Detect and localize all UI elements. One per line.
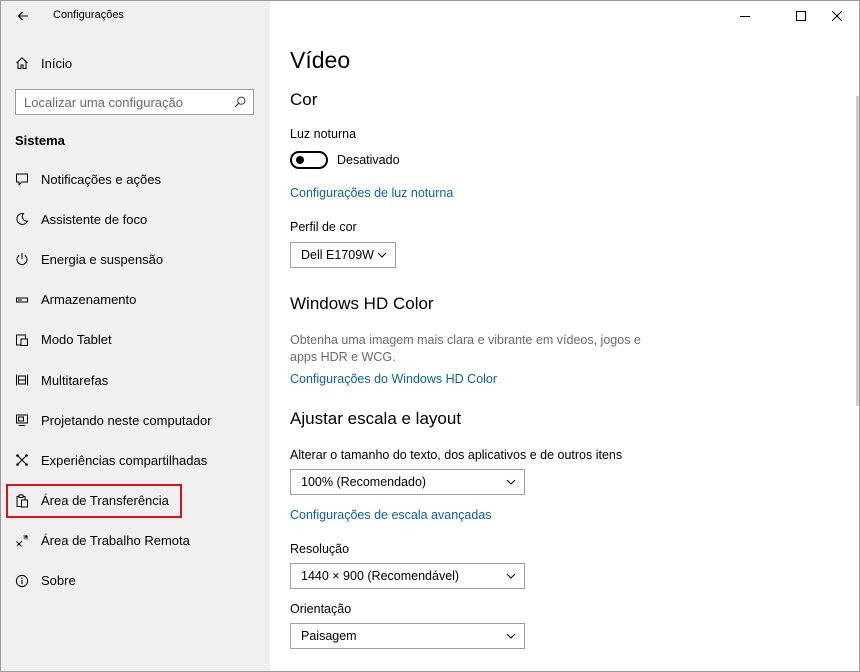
sidebar-item-label: Multitarefas [41, 372, 109, 388]
notification-icon [14, 171, 30, 187]
advanced-scaling-link[interactable]: Configurações de escala avançadas [290, 508, 492, 522]
night-light-label: Luz noturna [290, 127, 357, 141]
sidebar-item-label: Início [41, 55, 73, 71]
orientation-select[interactable]: Paisagem [290, 623, 525, 649]
sidebar-item-label: Armazenamento [41, 292, 137, 308]
moon-icon [14, 211, 30, 227]
night-light-toggle[interactable] [290, 151, 328, 169]
sidebar: Configurações Início Sistema Notificaçõe… [1, 1, 270, 671]
search-input[interactable] [24, 94, 224, 110]
content-pane: Vídeo Cor Luz noturna Desativado Configu… [270, 1, 859, 671]
chevron-down-icon [506, 633, 516, 639]
color-profile-label: Perfil de cor [290, 220, 357, 234]
search-box[interactable] [15, 89, 254, 115]
sidebar-item-label: Projetando neste computador [41, 412, 212, 428]
text-size-label: Alterar o tamanho do texto, dos aplicati… [290, 448, 623, 462]
resolution-select[interactable]: 1440 × 900 (Recomendável) [290, 563, 525, 589]
app-title: Configurações [53, 9, 124, 21]
home-icon [14, 55, 30, 71]
sidebar-item-about[interactable]: Sobre [1, 561, 270, 601]
section-label-system: Sistema [15, 133, 65, 148]
back-button[interactable] [11, 5, 35, 27]
power-icon [14, 251, 30, 267]
sidebar-item-label: Assistente de foco [41, 211, 148, 227]
sidebar-item-projecting[interactable]: Projetando neste computador [1, 400, 270, 440]
sidebar-nav-list: Notificações e ações Assistente de foco … [1, 159, 270, 601]
resolution-label: Resolução [290, 542, 350, 556]
clipboard-icon [14, 493, 30, 509]
sidebar-item-storage[interactable]: Armazenamento [1, 280, 270, 320]
back-arrow-icon [17, 11, 28, 21]
minimize-icon [740, 16, 750, 17]
toggle-knob [296, 156, 304, 164]
project-icon [14, 412, 30, 428]
settings-window: Configurações Início Sistema Notificaçõe… [0, 0, 860, 672]
scrollbar[interactable] [856, 96, 859, 406]
close-button[interactable] [817, 3, 857, 29]
multitask-icon [14, 372, 30, 388]
share-icon [14, 452, 30, 468]
sidebar-item-focus-assist[interactable]: Assistente de foco [1, 199, 270, 239]
sidebar-item-multitasking[interactable]: Multitarefas [1, 360, 270, 400]
select-value: 1440 × 900 (Recomendável) [301, 569, 460, 583]
chevron-down-icon [506, 573, 516, 579]
sidebar-item-notifications[interactable]: Notificações e ações [1, 159, 270, 199]
scale-select[interactable]: 100% (Recomendado) [290, 469, 525, 495]
title-bar: Configurações [1, 1, 270, 31]
search-icon[interactable] [234, 96, 246, 108]
select-value: Paisagem [301, 629, 357, 643]
chevron-down-icon [377, 252, 387, 258]
orientation-label: Orientação [290, 602, 352, 616]
sidebar-item-power[interactable]: Energia e suspensão [1, 239, 270, 279]
sidebar-item-label: Modo Tablet [41, 332, 112, 348]
sidebar-item-label: Área de Trabalho Remota [41, 533, 190, 549]
sidebar-item-shared-experiences[interactable]: Experiências compartilhadas [1, 440, 270, 480]
sidebar-item-tablet-mode[interactable]: Modo Tablet [1, 320, 270, 360]
night-light-settings-link[interactable]: Configurações de luz noturna [290, 186, 453, 200]
hd-color-description: Obtenha uma imagem mais clara e vibrante… [290, 333, 641, 364]
chevron-down-icon [506, 479, 516, 485]
select-value: Dell E1709W [301, 248, 374, 262]
sidebar-item-clipboard[interactable]: Área de Transferência [1, 481, 270, 521]
sidebar-item-label: Experiências compartilhadas [41, 452, 208, 468]
section-heading-color: Cor [290, 90, 318, 109]
hd-color-settings-link[interactable]: Configurações do Windows HD Color [290, 372, 497, 386]
info-icon [14, 573, 30, 589]
maximize-button[interactable] [781, 3, 821, 29]
select-value: 100% (Recomendado) [301, 475, 427, 489]
sidebar-item-label: Área de Transferência [41, 493, 169, 509]
minimize-button[interactable] [725, 3, 765, 29]
sidebar-item-home[interactable]: Início [1, 49, 270, 77]
storage-icon [14, 292, 30, 308]
section-heading-hd-color: Windows HD Color [290, 294, 434, 313]
tablet-icon [14, 332, 30, 348]
color-profile-select[interactable]: Dell E1709W [290, 242, 396, 268]
sidebar-item-remote-desktop[interactable]: Área de Trabalho Remota [1, 521, 270, 561]
sidebar-item-label: Notificações e ações [41, 171, 161, 187]
sidebar-item-label: Sobre [41, 573, 76, 589]
section-heading-scale: Ajustar escala e layout [290, 409, 462, 428]
remote-icon [14, 533, 30, 549]
close-icon [832, 11, 842, 21]
maximize-icon [796, 11, 806, 21]
page-title: Vídeo [290, 47, 351, 73]
night-light-state: Desativado [337, 153, 400, 167]
sidebar-item-label: Energia e suspensão [41, 251, 164, 267]
